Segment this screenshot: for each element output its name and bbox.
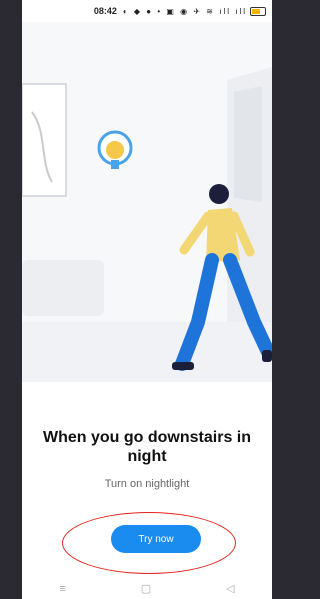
doorway xyxy=(234,86,262,202)
floor xyxy=(22,322,272,382)
sofa xyxy=(22,260,104,316)
annotation-ellipse xyxy=(62,512,236,574)
home-icon[interactable]: ▢ xyxy=(141,582,151,595)
scene-illustration xyxy=(22,22,272,382)
left-edge-bar xyxy=(0,0,22,599)
status-time: 08:42 xyxy=(93,6,117,16)
status-icons: ◐ ◆ ● • ▣ ◉ ✈ ≋ ıll ıll xyxy=(122,6,247,16)
picture-frame xyxy=(22,83,67,197)
battery-icon xyxy=(250,6,266,16)
navigation-bar: ≡ ▢ ◁ xyxy=(22,578,272,599)
back-icon[interactable]: ◁ xyxy=(226,582,234,595)
illustration xyxy=(22,22,272,382)
feature-title: When you go downstairs in night xyxy=(43,429,251,465)
menu-icon[interactable]: ≡ xyxy=(59,583,65,595)
feature-subtitle: Turn on nightlight xyxy=(104,478,190,490)
phone-screen: 08:42 ◐ ◆ ● • ▣ ◉ ✈ ≋ ıll ıll When you g… xyxy=(22,0,272,599)
status-bar: 08:42 ◐ ◆ ● • ▣ ◉ ✈ ≋ ıll ıll xyxy=(22,0,272,22)
